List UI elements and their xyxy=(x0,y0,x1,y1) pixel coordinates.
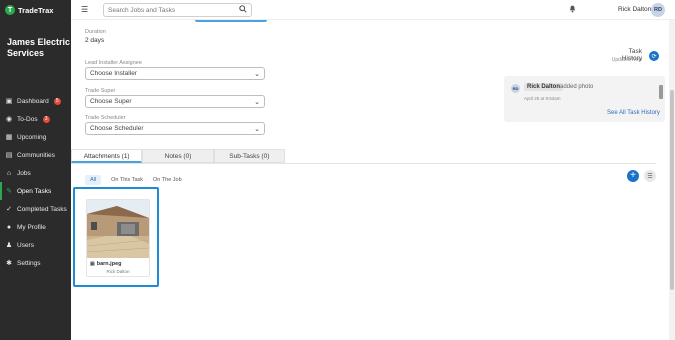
profile-icon: ● xyxy=(6,223,12,231)
tab-attachments[interactable]: Attachments (1) xyxy=(71,149,143,163)
sidebar-nav: ▣ Dashboard 5 ◉ To-Dos 3 ▦ Upcoming ▤ Communities… xyxy=(0,92,71,272)
tab-bar: Attachments (1) Notes (0) Sub-Tasks (0) xyxy=(71,149,285,163)
super-select-value: Choose Super xyxy=(90,98,132,105)
tab-notes[interactable]: Notes (0) xyxy=(142,149,214,163)
duration-value: 2 days xyxy=(85,37,105,44)
sidebar-item-my-profile[interactable]: ● My Profile xyxy=(0,218,71,236)
sidebar-item-open-tasks[interactable]: ✎ Open Tasks xyxy=(0,182,71,200)
bell-icon[interactable] xyxy=(569,5,576,15)
super-select[interactable]: Choose Super ⌄ xyxy=(85,95,265,108)
main-content: Duration 2 days Lead Installer Assignee … xyxy=(71,20,669,340)
sidebar-item-communities[interactable]: ▤ Communities xyxy=(0,146,71,164)
home-icon: ⌂ xyxy=(6,169,12,177)
image-icon: ▣ xyxy=(90,261,95,267)
sidebar-item-users[interactable]: ♟ Users xyxy=(0,236,71,254)
history-scrollbar-thumb[interactable] xyxy=(659,85,663,99)
top-bar: ☰ Search Jobs and Tasks Rick Dalton RD xyxy=(71,0,675,20)
count-badge: 3 xyxy=(42,115,50,123)
count-badge: 5 xyxy=(53,97,61,105)
dashboard-icon: ▣ xyxy=(5,98,13,105)
filter-on-this-task[interactable]: On This Task xyxy=(111,177,143,183)
page-scrollbar[interactable] xyxy=(669,20,675,340)
installer-select[interactable]: Choose Installer ⌄ xyxy=(85,67,265,80)
sidebar-item-label: Completed Tasks xyxy=(17,205,67,213)
wrench-icon: ✎ xyxy=(6,188,12,195)
sidebar-item-label: Jobs xyxy=(17,169,31,177)
sidebar-item-label: Settings xyxy=(17,259,41,267)
avatar[interactable]: RD xyxy=(651,3,665,17)
chevron-down-icon: ⌄ xyxy=(254,70,260,78)
scheduler-label: Trade Scheduler xyxy=(85,115,126,121)
installer-label: Lead Installer Assignee xyxy=(85,60,142,66)
attachment-uploader: Rick Dalton xyxy=(106,269,130,274)
gear-icon: ✱ xyxy=(6,260,12,267)
list-view-icon[interactable]: ☰ xyxy=(644,170,656,182)
attachment-filters: All On This Task On The Job xyxy=(85,175,182,185)
attachment-filename: barn.jpeg xyxy=(96,261,122,267)
filter-all[interactable]: All xyxy=(85,175,102,185)
logo-icon: T xyxy=(5,5,15,15)
avatar: RD xyxy=(511,84,520,93)
communities-icon: ▤ xyxy=(5,152,13,159)
add-attachment-button[interactable]: + xyxy=(627,170,639,182)
task-history-subtitle: Updated Now xyxy=(611,57,642,63)
duration-label: Duration xyxy=(85,29,106,35)
tab-divider xyxy=(71,163,656,164)
app-name: TradeTrax xyxy=(18,5,54,15)
history-toggle-icon[interactable]: ⟳ xyxy=(649,51,659,61)
sidebar-item-settings[interactable]: ✱ Settings xyxy=(0,254,71,272)
todo-icon: ◉ xyxy=(5,116,13,123)
history-timestamp: April 25 at 9:53am xyxy=(524,96,561,101)
sidebar-item-upcoming[interactable]: ▦ Upcoming xyxy=(0,128,71,146)
sidebar-item-label: Upcoming xyxy=(17,133,47,141)
user-name[interactable]: Rick Dalton xyxy=(618,6,651,13)
installer-select-value: Choose Installer xyxy=(90,70,137,77)
sidebar-item-jobs[interactable]: ⌂ Jobs xyxy=(0,164,71,182)
sidebar-item-label: Communities xyxy=(17,151,55,159)
chevron-down-icon: ⌄ xyxy=(254,98,260,106)
sidebar-item-label: Open Tasks xyxy=(17,187,52,195)
sidebar-item-to-dos[interactable]: ◉ To-Dos 3 xyxy=(0,110,71,128)
see-all-history-link[interactable]: See All Task History xyxy=(607,110,660,116)
top-accent-bar xyxy=(195,20,267,22)
users-icon: ♟ xyxy=(5,242,13,249)
sidebar: T TradeTrax James Electric Services ▣ Das… xyxy=(0,0,71,340)
page-scrollbar-thumb[interactable] xyxy=(670,90,674,290)
chevron-down-icon: ⌄ xyxy=(254,125,260,133)
attachment-card-selection[interactable]: ▣ barn.jpeg Rick Dalton xyxy=(73,187,159,287)
sidebar-item-label: My Profile xyxy=(17,223,46,231)
tab-sub-tasks[interactable]: Sub-Tasks (0) xyxy=(213,149,285,163)
app-logo[interactable]: T TradeTrax xyxy=(0,0,71,20)
check-icon: ✓ xyxy=(6,206,12,213)
search-icon[interactable] xyxy=(239,5,247,15)
search-input[interactable]: Search Jobs and Tasks xyxy=(103,3,252,17)
menu-icon[interactable]: ☰ xyxy=(81,5,88,14)
attachment-card[interactable]: ▣ barn.jpeg Rick Dalton xyxy=(86,199,150,277)
history-action: added photo xyxy=(560,84,594,90)
search-placeholder: Search Jobs and Tasks xyxy=(108,6,176,14)
company-name: James Electric Services xyxy=(7,37,71,58)
sidebar-item-label: Dashboard xyxy=(17,97,49,105)
calendar-icon: ▦ xyxy=(5,134,13,141)
sidebar-item-completed-tasks[interactable]: ✓ Completed Tasks xyxy=(0,200,71,218)
attachment-filename-row: ▣ barn.jpeg xyxy=(90,261,122,267)
filter-on-the-job[interactable]: On The Job xyxy=(153,177,182,183)
super-label: Trade Super xyxy=(85,88,116,94)
sidebar-item-label: Users xyxy=(17,241,34,249)
sidebar-item-dashboard[interactable]: ▣ Dashboard 5 xyxy=(0,92,71,110)
scheduler-select-value: Choose Scheduler xyxy=(90,125,144,132)
scheduler-select[interactable]: Choose Scheduler ⌄ xyxy=(85,122,265,135)
history-user-name: Rick Dalton xyxy=(524,83,564,91)
sidebar-item-label: To-Dos xyxy=(17,115,38,123)
attachment-thumbnail[interactable] xyxy=(87,200,149,258)
